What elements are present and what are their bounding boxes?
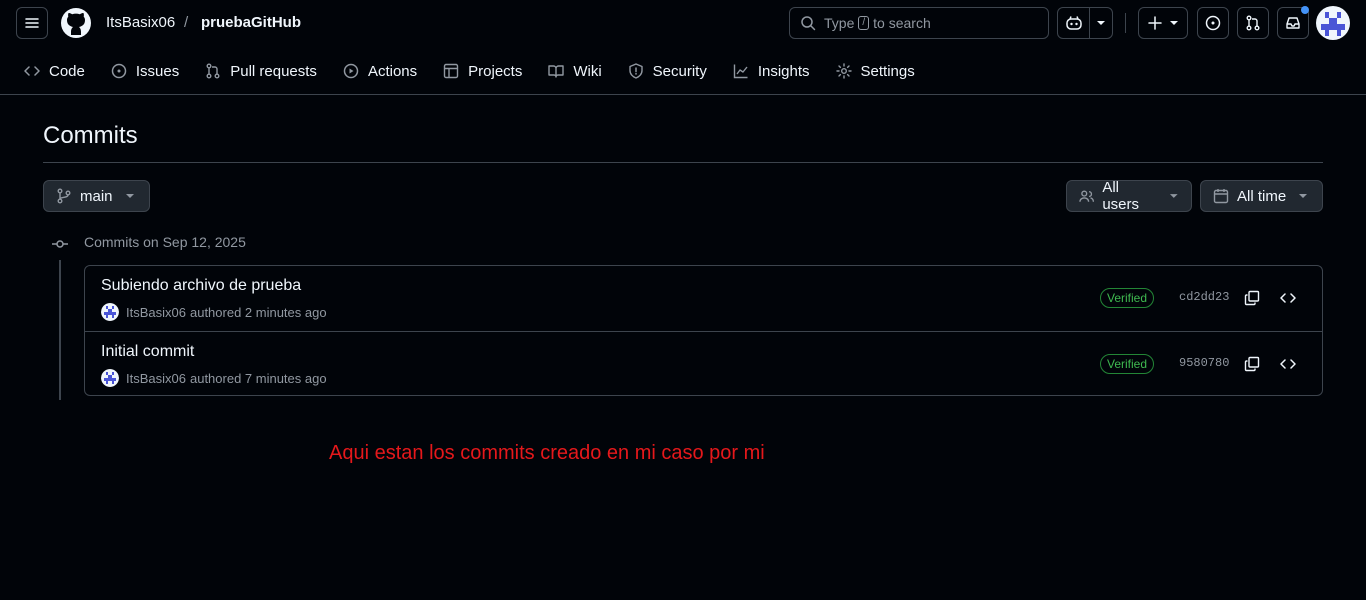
avatar[interactable] — [101, 369, 119, 387]
chevron-down-icon — [1170, 21, 1178, 25]
copy-icon — [1244, 290, 1260, 306]
repo-header: ItsBasix06 / pruebaGitHub Type / to sear… — [0, 0, 1366, 95]
tab-label: Wiki — [573, 62, 602, 80]
tab-label: Projects — [468, 62, 523, 80]
time-filter[interactable]: All time — [1200, 180, 1323, 212]
tab-pull-requests[interactable]: Pull requests — [203, 58, 319, 84]
copy-sha-button[interactable] — [1242, 288, 1262, 308]
commit-row: Initial commit ItsBasix06 authored 7 min… — [85, 331, 1322, 396]
code-icon — [1280, 359, 1296, 369]
commit-row: Subiendo archivo de prueba ItsBasix06 au… — [85, 266, 1322, 331]
commit-time: authored 2 minutes ago — [189, 304, 327, 320]
chevron-down-icon — [1170, 194, 1179, 198]
branch-name: main — [80, 187, 113, 205]
avatar[interactable] — [1316, 6, 1350, 40]
search-icon — [801, 16, 816, 31]
plus-icon — [1148, 16, 1162, 30]
tab-label: Security — [652, 62, 707, 80]
people-icon — [1079, 190, 1095, 202]
github-logo-icon[interactable] — [60, 7, 92, 39]
notification-dot — [1301, 6, 1309, 14]
search-suffix: to search — [873, 15, 931, 31]
breadcrumb-repo[interactable]: pruebaGitHub — [201, 13, 301, 33]
gear-icon — [835, 63, 852, 79]
copilot-icon[interactable] — [1058, 8, 1090, 38]
header-divider — [1125, 13, 1126, 33]
tab-label: Pull requests — [230, 62, 317, 80]
chevron-down-icon — [125, 194, 134, 198]
chevron-down-icon — [1299, 194, 1308, 198]
play-icon — [343, 63, 359, 79]
verified-badge[interactable]: Verified — [1100, 288, 1155, 308]
issue-icon — [1205, 15, 1221, 31]
browse-code-button[interactable] — [1278, 288, 1298, 308]
users-filter[interactable]: All users — [1066, 179, 1192, 213]
tab-insights[interactable]: Insights — [731, 58, 812, 84]
tab-label: Actions — [367, 62, 418, 80]
title-divider — [43, 162, 1323, 163]
search-shortcut-key: / — [858, 16, 870, 30]
tab-wiki[interactable]: Wiki — [546, 58, 603, 84]
commit-sha[interactable]: cd2dd23 — [1179, 290, 1229, 304]
tab-issues[interactable]: Issues — [109, 58, 181, 84]
search-prefix: Type — [824, 15, 855, 31]
commit-meta: ItsBasix06 authored 2 minutes ago — [101, 303, 327, 321]
commit-group-date: Commits on Sep 12, 2025 — [84, 234, 246, 250]
book-icon — [548, 65, 565, 78]
commit-list: Subiendo archivo de prueba ItsBasix06 au… — [84, 265, 1323, 396]
commit-node-icon — [52, 236, 68, 252]
commit-message[interactable]: Subiendo archivo de prueba — [101, 277, 301, 295]
timeline-line — [59, 260, 61, 400]
annotation-text: Aqui estan los commits creado en mi caso… — [329, 442, 765, 464]
search-input[interactable]: Type / to search — [789, 7, 1049, 39]
avatar[interactable] — [101, 303, 119, 321]
browse-code-button[interactable] — [1278, 354, 1298, 374]
issue-icon — [111, 63, 127, 79]
code-icon — [1280, 293, 1296, 303]
verified-badge[interactable]: Verified — [1100, 354, 1155, 374]
table-icon — [443, 63, 459, 79]
inbox-icon — [1286, 17, 1300, 29]
tab-label: Settings — [860, 62, 915, 80]
breadcrumb-separator: / — [184, 14, 189, 31]
pull-request-icon — [1246, 15, 1260, 31]
code-icon — [24, 66, 40, 76]
users-filter-label: All users — [1102, 179, 1140, 213]
tab-actions[interactable]: Actions — [341, 58, 419, 84]
copy-icon — [1244, 356, 1260, 372]
calendar-icon — [1213, 189, 1229, 204]
commit-message[interactable]: Initial commit — [101, 343, 194, 361]
chevron-down-icon[interactable] — [1090, 18, 1112, 28]
breadcrumb-owner[interactable]: ItsBasix06 — [106, 13, 175, 33]
commit-author[interactable]: ItsBasix06 — [126, 371, 186, 386]
hamburger-icon — [25, 18, 39, 28]
pull-request-icon — [206, 63, 220, 79]
tab-security[interactable]: Security — [626, 58, 709, 84]
commit-meta: ItsBasix06 authored 7 minutes ago — [101, 369, 327, 387]
commit-sha[interactable]: 9580780 — [1179, 356, 1229, 370]
copy-sha-button[interactable] — [1242, 354, 1262, 374]
page-title: Commits — [43, 122, 138, 149]
tab-label: Insights — [757, 62, 810, 80]
tab-label: Issues — [135, 62, 180, 80]
commit-time: authored 7 minutes ago — [189, 370, 327, 386]
time-filter-label: All time — [1237, 187, 1287, 205]
menu-button[interactable] — [16, 7, 48, 39]
graph-icon — [733, 64, 748, 79]
repo-tabs: Code Issues Pull requests Actions Projec… — [22, 58, 939, 84]
tab-label: Code — [49, 62, 85, 80]
copilot-button[interactable] — [1057, 7, 1113, 39]
create-new-button[interactable] — [1138, 7, 1188, 39]
tab-code[interactable]: Code — [22, 58, 87, 84]
tab-projects[interactable]: Projects — [441, 58, 524, 84]
branch-icon — [57, 188, 71, 204]
pull-requests-button[interactable] — [1237, 7, 1269, 39]
commit-author[interactable]: ItsBasix06 — [126, 305, 186, 320]
branch-selector[interactable]: main — [43, 180, 150, 212]
issues-button[interactable] — [1197, 7, 1229, 39]
shield-icon — [628, 63, 643, 79]
tab-settings[interactable]: Settings — [834, 58, 917, 84]
